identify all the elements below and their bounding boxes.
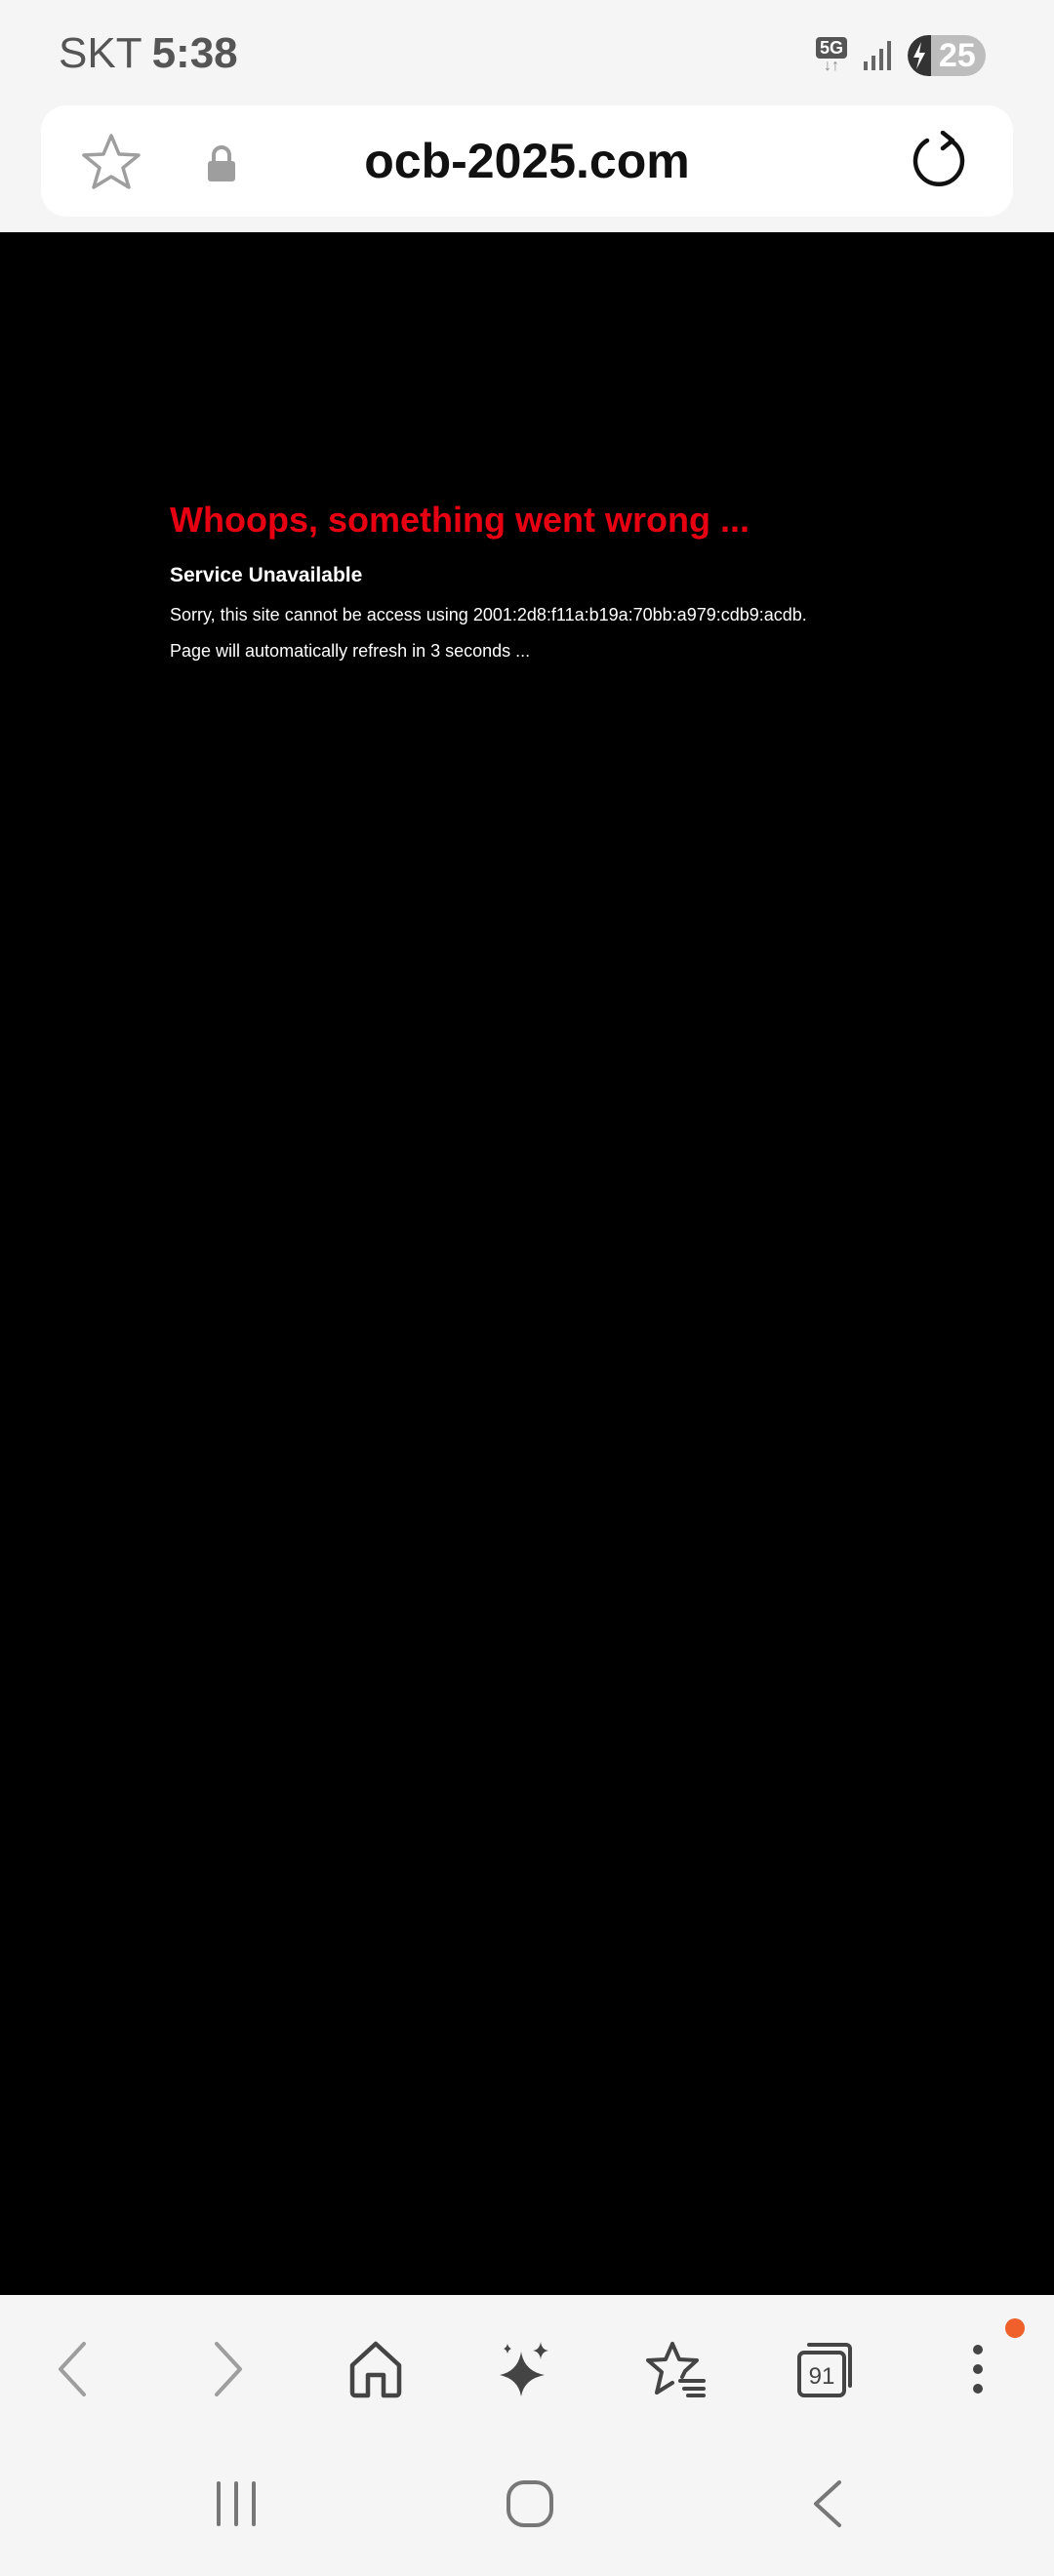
tabs-icon[interactable]: 91	[787, 2330, 865, 2408]
error-subtitle: Service Unavailable	[170, 564, 363, 586]
carrier-label: SKT	[59, 29, 142, 77]
battery-charging-icon: 25	[908, 35, 986, 76]
battery-level: 25	[939, 36, 976, 74]
error-message: Sorry, this site cannot be access using …	[170, 605, 807, 624]
url-bar[interactable]: ocb-2025.com	[41, 105, 1013, 217]
lock-icon[interactable]	[205, 144, 238, 183]
browser-toolbar: 91	[0, 2295, 1054, 2432]
clock: 5:38	[151, 29, 238, 77]
notification-dot	[1005, 2318, 1025, 2338]
sparkle-icon[interactable]	[486, 2330, 564, 2408]
error-panel: Whoops, something went wrong ... Service…	[170, 500, 807, 662]
back-icon[interactable]	[33, 2330, 111, 2408]
star-icon[interactable]	[80, 131, 142, 193]
refresh-note: Page will automatically refresh in 3 sec…	[170, 641, 531, 661]
home-circle-icon[interactable]	[491, 2465, 569, 2543]
signal-icon	[864, 41, 891, 70]
recent-apps-icon[interactable]	[197, 2465, 275, 2543]
home-icon[interactable]	[337, 2330, 415, 2408]
5g-icon: 5G ↓↑	[815, 37, 847, 74]
system-nav-bar	[0, 2432, 1054, 2576]
forward-icon[interactable]	[189, 2330, 267, 2408]
system-back-icon[interactable]	[789, 2465, 867, 2543]
status-bar: SKT 5:38 5G ↓↑ 25	[0, 0, 1054, 107]
web-content: Whoops, something went wrong ... Service…	[0, 232, 1054, 2295]
more-icon[interactable]	[939, 2330, 1017, 2408]
bookmarks-icon[interactable]	[636, 2330, 714, 2408]
error-title: Whoops, something went wrong ...	[170, 500, 750, 540]
tabs-count: 91	[809, 2363, 835, 2390]
network-type: 5G	[815, 37, 847, 59]
url-text[interactable]: ocb-2025.com	[265, 133, 789, 189]
reload-icon[interactable]	[908, 131, 970, 193]
status-icons: 5G ↓↑ 25	[815, 33, 986, 78]
carrier-time: SKT 5:38	[59, 29, 238, 78]
